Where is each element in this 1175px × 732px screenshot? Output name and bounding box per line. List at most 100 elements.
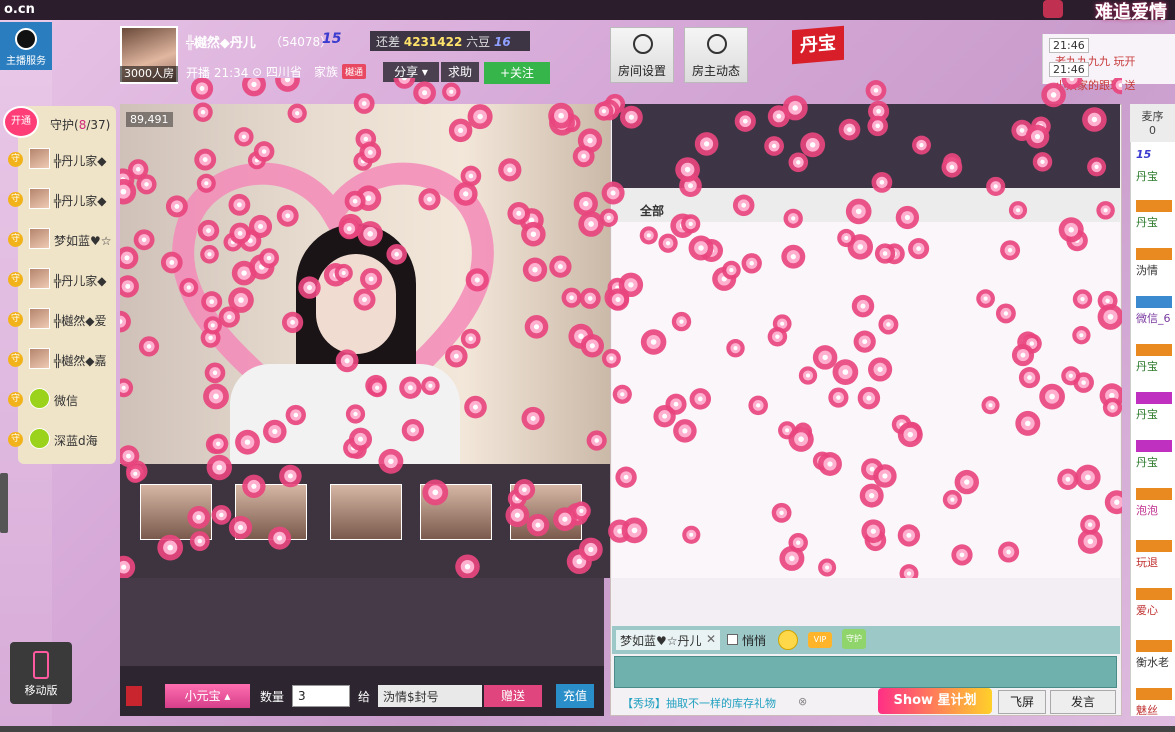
guard-item[interactable]: 守 微信 [8,382,116,418]
side-drag-handle[interactable] [0,473,8,533]
tab-all[interactable]: 全部 [640,202,664,219]
mic-thumbnail[interactable] [140,484,212,540]
guard-open-button[interactable]: 开通 [3,106,39,138]
streamer-body [230,364,460,464]
chat-target-user[interactable]: 梦如蓝♥☆丹儿 [616,630,720,650]
avatar [29,388,50,409]
rank-badge-icon [1136,344,1172,356]
list-item[interactable]: 丹宝 [1136,344,1175,374]
guard-item[interactable]: 守 ╬丹儿家◆ [8,182,116,218]
location-pin-icon: ⊙ [252,65,263,79]
anchor-service-button[interactable]: 主播服务 [0,22,52,70]
banner-title[interactable]: 难追爱情 [1095,0,1167,24]
rank-badge-icon [1136,688,1172,700]
anchor-name[interactable]: ╬樾然◆丹儿 [186,32,256,51]
close-icon[interactable]: ✕ [706,632,716,646]
list-item[interactable]: 魅丝 [1136,688,1175,718]
guard-item[interactable]: 守 ╬丹儿家◆ [8,262,116,298]
close-icon[interactable]: ⊗ [798,695,807,708]
guard-shield-icon: 守 [8,432,23,447]
brand-badge[interactable]: 丹宝 [792,25,844,65]
list-item-text: 丹宝 [1136,170,1158,183]
guard-shield-icon: 守 [8,192,23,207]
quantity-stepper[interactable]: 3 [292,685,350,707]
avatar [29,148,50,169]
list-item[interactable]: 丹宝 [1136,392,1175,422]
list-item[interactable]: 玩退 [1136,540,1175,570]
fan-ranking-header [612,104,1120,188]
show-tip[interactable]: 【秀场】抽取不一样的库存礼物 [622,695,776,711]
guard-item[interactable]: 守 ╬丹儿家◆ [8,142,116,178]
whisper-checkbox[interactable] [727,634,738,645]
list-item-text: 衡水老 [1136,656,1169,669]
star-plan-banner[interactable]: Show 星计划 [878,688,992,714]
list-item-text: 丹宝 [1136,408,1158,421]
chat-tabs [612,188,1120,222]
guard-item[interactable]: 守 ╬樾然◆爱 [8,302,116,338]
guard-shield-icon: 守 [8,352,23,367]
recharge-button[interactable]: 充值 [556,684,594,708]
chat-messages[interactable] [612,222,1120,578]
flower-icon [275,78,300,92]
list-item[interactable]: 衡水老 [1136,640,1175,670]
viewer-count: 89,491 [126,112,173,127]
site-logo[interactable]: o.cn [4,2,35,17]
list-item[interactable]: 沩情 [1136,248,1175,278]
guard-item[interactable]: 守 深蓝d海 [8,422,116,458]
list-item-text: 丹宝 [1136,456,1158,469]
guard-name: 微信 [54,394,79,408]
list-item[interactable]: 泡泡 [1136,488,1175,518]
mic-queue-count: 0 [1149,124,1156,137]
guard-name: 深蓝d海 [54,434,98,448]
send-gift-button[interactable]: 赠送 [484,685,542,707]
gift-name: 小元宝 [184,689,221,703]
list-item[interactable]: 微信_6 [1136,296,1175,326]
anchor-region: ⊙ 四川省 [252,63,302,80]
family-badge[interactable]: 樾通 [342,64,367,79]
mic-queue-title: 麦序 [1141,110,1164,123]
vip-icon[interactable]: VIP [808,632,832,648]
help-button[interactable]: 求助 [441,62,479,82]
rank-badge-icon [1136,640,1172,652]
mic-thumbnail[interactable] [510,484,582,540]
mic-thumbnail[interactable] [330,484,402,540]
emoji-icon[interactable] [778,630,798,650]
guard-name: ╬樾然◆爱 [54,314,107,328]
guard-total: /37) [86,118,111,132]
banner-icon[interactable] [1043,0,1063,18]
family-label: 家族 [314,65,339,79]
guard-item[interactable]: 守 ╬樾然◆嘉 [8,342,116,378]
list-item[interactable]: 丹宝 [1136,168,1175,184]
list-item[interactable]: 丹宝 [1136,200,1175,230]
list-item[interactable]: 丹宝 [1136,440,1175,470]
list-item-text: 魅丝 [1136,704,1158,717]
room-settings-button[interactable]: 房间设置 [610,27,674,83]
gift-select[interactable]: 小元宝 ▴ [165,684,250,708]
post-message-button[interactable]: 发言 [1050,690,1116,714]
guard-icon[interactable]: 守护 [842,629,866,649]
share-button[interactable]: 分享 ▾ [383,62,439,82]
chat-preview-row[interactable]: 21:46 小妖家的跟班 送 [1049,62,1175,93]
guard-item[interactable]: 守 梦如蓝♥☆ [8,222,116,258]
fly-screen-button[interactable]: 飞屏 [998,690,1046,714]
guard-shield-icon: 守 [8,392,23,407]
avatar [29,228,50,249]
list-item[interactable]: 15 [1136,148,1175,161]
list-item-text: 玩退 [1136,556,1158,569]
chat-input[interactable] [614,656,1117,688]
follow-button[interactable]: +关注 [484,62,550,84]
video-player[interactable]: 89,491 [120,104,610,578]
owner-dynamics-button[interactable]: 房主动态 [684,27,748,83]
list-item[interactable]: 爱心 [1136,588,1175,618]
chat-preview[interactable]: 21:46老九九九九 玩开 21:46小妖家的跟班 送 [1042,34,1175,92]
gap-unit: 六豆 [466,35,491,49]
mobile-version-button[interactable]: 移动版 [10,642,72,704]
list-item-text: 15 [1136,148,1152,161]
red-envelope-icon[interactable] [126,686,142,706]
quantity-label: 数量 [260,690,285,704]
mic-thumbnail[interactable] [235,484,307,540]
recipient-select[interactable]: 沩情$封号 [378,685,482,707]
mic-thumbnail[interactable] [420,484,492,540]
guard-title: 守护(8/37) [50,116,110,133]
chat-messages-lower[interactable] [612,578,1120,626]
